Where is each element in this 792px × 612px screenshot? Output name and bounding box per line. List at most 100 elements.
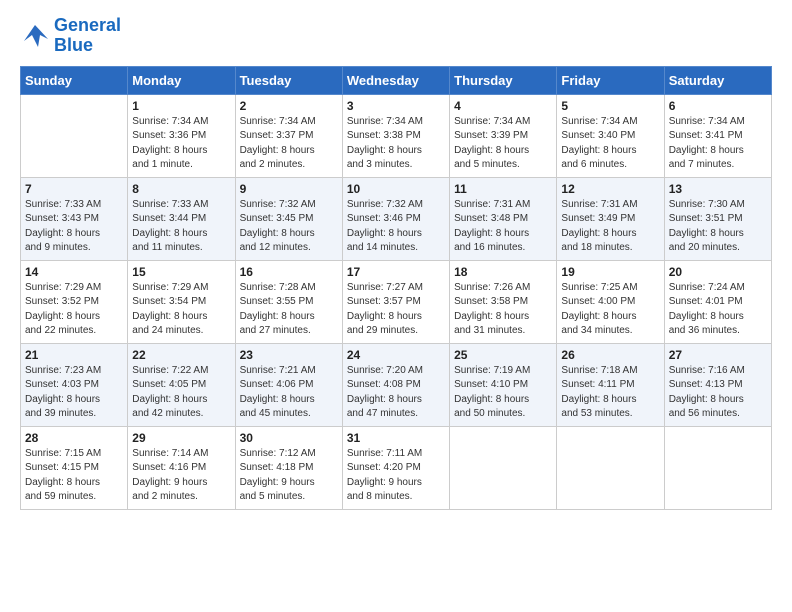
week-row-5: 28 Sunrise: 7:15 AM Sunset: 4:15 PM Dayli… xyxy=(21,426,772,509)
day-number: 11 xyxy=(454,182,552,196)
day-number: 12 xyxy=(561,182,659,196)
col-header-friday: Friday xyxy=(557,66,664,94)
day-info: Sunrise: 7:23 AM Sunset: 4:03 PM Dayligh… xyxy=(25,364,123,422)
day-number: 17 xyxy=(347,265,445,279)
calendar-cell: 6 Sunrise: 7:34 AM Sunset: 3:41 PM Daylig… xyxy=(664,94,771,177)
calendar-cell xyxy=(21,94,128,177)
day-number: 3 xyxy=(347,99,445,113)
day-info: Sunrise: 7:20 AM Sunset: 4:08 PM Dayligh… xyxy=(347,364,445,422)
calendar-cell: 21 Sunrise: 7:23 AM Sunset: 4:03 PM Dayli… xyxy=(21,343,128,426)
calendar-cell: 14 Sunrise: 7:29 AM Sunset: 3:52 PM Dayli… xyxy=(21,260,128,343)
day-info: Sunrise: 7:14 AM Sunset: 4:16 PM Dayligh… xyxy=(132,447,230,505)
calendar-cell xyxy=(557,426,664,509)
calendar-cell: 4 Sunrise: 7:34 AM Sunset: 3:39 PM Daylig… xyxy=(450,94,557,177)
calendar-cell: 13 Sunrise: 7:30 AM Sunset: 3:51 PM Dayli… xyxy=(664,177,771,260)
week-row-4: 21 Sunrise: 7:23 AM Sunset: 4:03 PM Dayli… xyxy=(21,343,772,426)
day-number: 19 xyxy=(561,265,659,279)
day-info: Sunrise: 7:18 AM Sunset: 4:11 PM Dayligh… xyxy=(561,364,659,422)
calendar-table: SundayMondayTuesdayWednesdayThursdayFrid… xyxy=(20,66,772,510)
calendar-cell: 17 Sunrise: 7:27 AM Sunset: 3:57 PM Dayli… xyxy=(342,260,449,343)
week-row-3: 14 Sunrise: 7:29 AM Sunset: 3:52 PM Dayli… xyxy=(21,260,772,343)
calendar-cell: 16 Sunrise: 7:28 AM Sunset: 3:55 PM Dayli… xyxy=(235,260,342,343)
day-info: Sunrise: 7:32 AM Sunset: 3:45 PM Dayligh… xyxy=(240,198,338,256)
day-info: Sunrise: 7:12 AM Sunset: 4:18 PM Dayligh… xyxy=(240,447,338,505)
header: General Blue xyxy=(20,16,772,56)
day-number: 21 xyxy=(25,348,123,362)
day-info: Sunrise: 7:34 AM Sunset: 3:38 PM Dayligh… xyxy=(347,115,445,173)
day-number: 27 xyxy=(669,348,767,362)
day-info: Sunrise: 7:33 AM Sunset: 3:44 PM Dayligh… xyxy=(132,198,230,256)
day-number: 24 xyxy=(347,348,445,362)
day-info: Sunrise: 7:27 AM Sunset: 3:57 PM Dayligh… xyxy=(347,281,445,339)
week-row-2: 7 Sunrise: 7:33 AM Sunset: 3:43 PM Daylig… xyxy=(21,177,772,260)
day-info: Sunrise: 7:29 AM Sunset: 3:54 PM Dayligh… xyxy=(132,281,230,339)
day-info: Sunrise: 7:28 AM Sunset: 3:55 PM Dayligh… xyxy=(240,281,338,339)
col-header-sunday: Sunday xyxy=(21,66,128,94)
calendar-cell: 3 Sunrise: 7:34 AM Sunset: 3:38 PM Daylig… xyxy=(342,94,449,177)
calendar-cell: 8Sunrise: 7:33 AM Sunset: 3:44 PM Daylig… xyxy=(128,177,235,260)
day-info: Sunrise: 7:11 AM Sunset: 4:20 PM Dayligh… xyxy=(347,447,445,505)
logo: General Blue xyxy=(20,16,121,56)
calendar-cell: 24 Sunrise: 7:20 AM Sunset: 4:08 PM Dayli… xyxy=(342,343,449,426)
day-info: Sunrise: 7:15 AM Sunset: 4:15 PM Dayligh… xyxy=(25,447,123,505)
day-info: Sunrise: 7:25 AM Sunset: 4:00 PM Dayligh… xyxy=(561,281,659,339)
day-number: 5 xyxy=(561,99,659,113)
day-number: 14 xyxy=(25,265,123,279)
col-header-tuesday: Tuesday xyxy=(235,66,342,94)
col-header-saturday: Saturday xyxy=(664,66,771,94)
day-info: Sunrise: 7:29 AM Sunset: 3:52 PM Dayligh… xyxy=(25,281,123,339)
day-info: Sunrise: 7:31 AM Sunset: 3:48 PM Dayligh… xyxy=(454,198,552,256)
day-number: 30 xyxy=(240,431,338,445)
day-info: Sunrise: 7:34 AM Sunset: 3:39 PM Dayligh… xyxy=(454,115,552,173)
calendar-cell: 20 Sunrise: 7:24 AM Sunset: 4:01 PM Dayli… xyxy=(664,260,771,343)
day-info: Sunrise: 7:34 AM Sunset: 3:36 PM Dayligh… xyxy=(132,115,230,173)
day-info: Sunrise: 7:26 AM Sunset: 3:58 PM Dayligh… xyxy=(454,281,552,339)
calendar-cell: 5 Sunrise: 7:34 AM Sunset: 3:40 PM Daylig… xyxy=(557,94,664,177)
calendar-cell: 18 Sunrise: 7:26 AM Sunset: 3:58 PM Dayli… xyxy=(450,260,557,343)
calendar-cell: 15 Sunrise: 7:29 AM Sunset: 3:54 PM Dayli… xyxy=(128,260,235,343)
col-header-thursday: Thursday xyxy=(450,66,557,94)
day-number: 4 xyxy=(454,99,552,113)
day-number: 16 xyxy=(240,265,338,279)
calendar-cell: 27 Sunrise: 7:16 AM Sunset: 4:13 PM Dayli… xyxy=(664,343,771,426)
day-number: 2 xyxy=(240,99,338,113)
calendar-cell: 10 Sunrise: 7:32 AM Sunset: 3:46 PM Dayli… xyxy=(342,177,449,260)
day-number: 13 xyxy=(669,182,767,196)
day-info: Sunrise: 7:32 AM Sunset: 3:46 PM Dayligh… xyxy=(347,198,445,256)
day-number: 20 xyxy=(669,265,767,279)
calendar-cell: 23Sunrise: 7:21 AM Sunset: 4:06 PM Dayli… xyxy=(235,343,342,426)
day-info: Sunrise: 7:34 AM Sunset: 3:37 PM Dayligh… xyxy=(240,115,338,173)
day-info: Sunrise: 7:19 AM Sunset: 4:10 PM Dayligh… xyxy=(454,364,552,422)
day-number: 10 xyxy=(347,182,445,196)
day-info: Sunrise: 7:24 AM Sunset: 4:01 PM Dayligh… xyxy=(669,281,767,339)
day-info: Sunrise: 7:16 AM Sunset: 4:13 PM Dayligh… xyxy=(669,364,767,422)
calendar-cell: 30 Sunrise: 7:12 AM Sunset: 4:18 PM Dayli… xyxy=(235,426,342,509)
calendar-cell: 26Sunrise: 7:18 AM Sunset: 4:11 PM Dayli… xyxy=(557,343,664,426)
day-info: Sunrise: 7:33 AM Sunset: 3:43 PM Dayligh… xyxy=(25,198,123,256)
day-number: 23 xyxy=(240,348,338,362)
day-info: Sunrise: 7:34 AM Sunset: 3:41 PM Dayligh… xyxy=(669,115,767,173)
day-info: Sunrise: 7:22 AM Sunset: 4:05 PM Dayligh… xyxy=(132,364,230,422)
calendar-cell: 1Sunrise: 7:34 AM Sunset: 3:36 PM Daylig… xyxy=(128,94,235,177)
calendar-cell: 25Sunrise: 7:19 AM Sunset: 4:10 PM Dayli… xyxy=(450,343,557,426)
day-info: Sunrise: 7:34 AM Sunset: 3:40 PM Dayligh… xyxy=(561,115,659,173)
calendar-cell: 9 Sunrise: 7:32 AM Sunset: 3:45 PM Daylig… xyxy=(235,177,342,260)
day-number: 31 xyxy=(347,431,445,445)
day-number: 28 xyxy=(25,431,123,445)
page: General Blue SundayMondayTuesdayWednesda… xyxy=(0,0,792,520)
day-number: 9 xyxy=(240,182,338,196)
col-header-wednesday: Wednesday xyxy=(342,66,449,94)
day-number: 6 xyxy=(669,99,767,113)
calendar-cell xyxy=(664,426,771,509)
calendar-cell: 7 Sunrise: 7:33 AM Sunset: 3:43 PM Daylig… xyxy=(21,177,128,260)
day-info: Sunrise: 7:30 AM Sunset: 3:51 PM Dayligh… xyxy=(669,198,767,256)
day-number: 7 xyxy=(25,182,123,196)
calendar-cell xyxy=(450,426,557,509)
logo-icon xyxy=(20,21,50,51)
calendar-cell: 2 Sunrise: 7:34 AM Sunset: 3:37 PM Daylig… xyxy=(235,94,342,177)
calendar-cell: 11 Sunrise: 7:31 AM Sunset: 3:48 PM Dayli… xyxy=(450,177,557,260)
day-number: 15 xyxy=(132,265,230,279)
day-number: 18 xyxy=(454,265,552,279)
day-info: Sunrise: 7:31 AM Sunset: 3:49 PM Dayligh… xyxy=(561,198,659,256)
calendar-cell: 12 Sunrise: 7:31 AM Sunset: 3:49 PM Dayli… xyxy=(557,177,664,260)
